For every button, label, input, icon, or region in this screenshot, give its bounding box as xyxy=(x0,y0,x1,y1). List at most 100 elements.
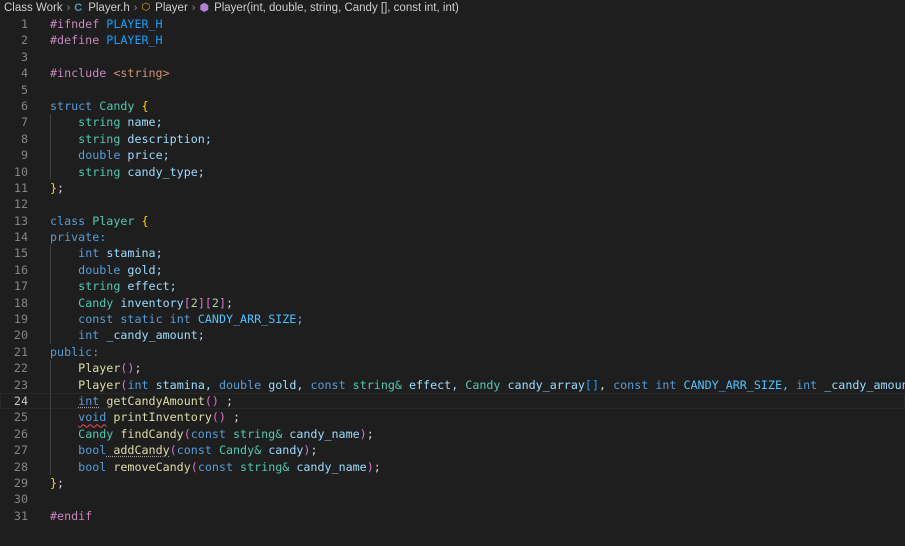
code-token: Candy xyxy=(99,98,135,113)
code-line[interactable]: 28 bool removeCandy(const string& candy_… xyxy=(0,458,905,475)
code-token: const xyxy=(176,443,212,458)
code-line[interactable]: 25 void printInventory() ; xyxy=(0,409,905,426)
struct-icon: ⬡ xyxy=(141,2,151,13)
code-text: Candy inventory[2][2]; xyxy=(50,295,233,311)
code-token: <string> xyxy=(106,66,170,81)
code-token: addCandy xyxy=(106,443,170,458)
code-line[interactable]: 21 public: xyxy=(0,344,905,360)
line-number: 28 xyxy=(13,459,28,474)
line-number: 12 xyxy=(13,197,28,212)
line-number: 24 xyxy=(13,393,28,408)
code-line[interactable]: 17 string effect; xyxy=(0,278,905,295)
code-token: ; xyxy=(225,295,234,310)
code-token: PLAYER_H xyxy=(99,33,163,48)
code-text: struct Candy { xyxy=(50,98,149,114)
line-number: 23 xyxy=(13,377,28,392)
code-token: double xyxy=(218,377,262,392)
code-token: const xyxy=(310,377,346,392)
code-line[interactable]: 19 const static int CANDY_ARR_SIZE; xyxy=(0,311,905,328)
code-token: ; xyxy=(57,180,65,195)
code-line[interactable]: 9 double price; xyxy=(0,147,905,164)
code-text: Player(int stamina, double gold, const s… xyxy=(50,377,905,393)
code-token: inventory xyxy=(113,295,184,310)
breadcrumb-folder[interactable]: Class Work xyxy=(4,2,63,14)
code-token: ][ xyxy=(197,295,212,310)
code-line[interactable]: 5 xyxy=(0,82,905,98)
code-line[interactable]: 20 int _candy_amount; xyxy=(0,327,905,344)
code-token: int xyxy=(78,393,100,408)
code-line[interactable]: 15 int stamina; xyxy=(0,245,905,262)
line-number: 5 xyxy=(20,82,28,97)
code-line[interactable]: 3 xyxy=(0,49,905,65)
breadcrumb-member[interactable]: Player(int, double, string, Candy [], co… xyxy=(214,2,459,14)
code-token: gold; xyxy=(120,262,163,277)
c-file-icon: C xyxy=(74,1,83,14)
code-line[interactable]: 31 #endif xyxy=(0,508,905,524)
code-line[interactable]: 2 #define PLAYER_H xyxy=(0,32,905,48)
code-token: () xyxy=(120,361,135,376)
code-line[interactable]: 14 private: xyxy=(0,229,905,245)
line-number: 2 xyxy=(20,33,28,48)
code-token: ; xyxy=(134,361,142,376)
code-token: 2 xyxy=(190,295,198,310)
method-icon: ⬢ xyxy=(199,2,210,14)
code-token: #ifndef xyxy=(50,17,100,31)
line-number: 13 xyxy=(13,213,28,228)
code-token: price; xyxy=(120,148,170,163)
code-token: const xyxy=(190,426,226,441)
code-token: CANDY_ARR_SIZE; xyxy=(190,312,304,327)
line-number: 20 xyxy=(13,328,28,343)
code-token: #include xyxy=(50,66,107,81)
code-token: string xyxy=(78,115,121,130)
breadcrumb-file[interactable]: Player.h xyxy=(88,2,130,14)
code-token: string xyxy=(78,164,121,179)
code-line[interactable]: 29}; xyxy=(0,475,905,491)
breadcrumb-symbol[interactable]: Player xyxy=(155,2,188,14)
code-line[interactable]: 7 string name; xyxy=(0,114,905,131)
code-token: void xyxy=(78,410,107,425)
code-line[interactable]: 11}; xyxy=(0,180,905,196)
code-text: #include <string> xyxy=(50,65,170,81)
code-token: _candy_amount xyxy=(824,377,905,392)
code-line[interactable]: 1 #ifndef PLAYER_H xyxy=(0,16,905,32)
code-token: int xyxy=(169,312,191,327)
code-line[interactable]: 13 class Player { xyxy=(0,213,905,229)
code-text: const static int CANDY_ARR_SIZE; xyxy=(50,311,303,327)
line-number: 29 xyxy=(13,475,28,490)
code-token: () xyxy=(204,393,219,408)
line-number: 30 xyxy=(13,492,28,507)
code-token: int xyxy=(796,377,818,392)
line-number: 18 xyxy=(13,295,28,310)
code-line[interactable]: 16 double gold; xyxy=(0,261,905,279)
code-line[interactable]: 4 #include <string> xyxy=(0,65,905,81)
code-text: bool addCandy(const Candy& candy); xyxy=(50,442,317,458)
code-line[interactable]: 6 struct Candy { xyxy=(0,98,905,114)
code-line[interactable]: 22 Player(); xyxy=(0,360,905,377)
code-line[interactable]: 18 Candy inventory[2][2]; xyxy=(0,294,905,312)
line-number: 25 xyxy=(13,410,28,425)
code-line[interactable]: 24 int getCandyAmount() ; xyxy=(0,392,905,410)
code-line[interactable]: 12 xyxy=(0,196,905,212)
code-line[interactable]: 30 xyxy=(0,491,905,507)
code-line[interactable]: 23 Player(int stamina, double gold, cons… xyxy=(0,376,905,393)
code-text: int getCandyAmount() ; xyxy=(50,393,233,409)
code-line[interactable]: 26 Candy findCandy(const string& candy_n… xyxy=(0,425,905,443)
code-editor[interactable]: 1 #ifndef PLAYER_H 2 #define PLAYER_H 3 4 #inc… xyxy=(0,16,905,524)
code-line[interactable]: 10 string candy_type; xyxy=(0,163,905,180)
code-line[interactable]: 27 bool addCandy(const Candy& candy); xyxy=(0,442,905,459)
code-line[interactable]: 8 string description; xyxy=(0,130,905,148)
code-token: ; xyxy=(373,459,381,474)
code-token: gold, xyxy=(261,377,311,392)
line-number: 16 xyxy=(13,262,28,277)
line-number: 17 xyxy=(13,279,28,294)
code-text: double price; xyxy=(50,147,170,163)
